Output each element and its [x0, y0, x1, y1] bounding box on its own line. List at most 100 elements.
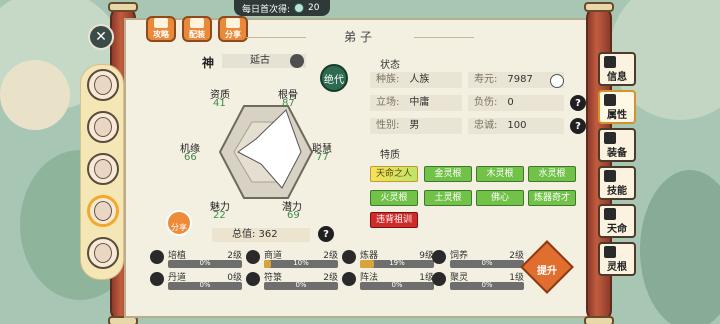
attribute-radar-chart [218, 105, 314, 199]
tab-skills[interactable]: 技能 [598, 166, 636, 200]
status-label: 忠诚: [474, 120, 498, 131]
rank-tag: 神 [202, 56, 215, 70]
avatar [94, 201, 112, 221]
anvil-icon [342, 250, 356, 264]
skill-item[interactable]: 饲养 2级 0% [432, 248, 524, 268]
tab-label: 属性 [607, 110, 627, 121]
trait-tag[interactable]: 水灵根 [528, 166, 576, 182]
skill-percent: 19% [389, 259, 405, 267]
share-button-label: 分享 [225, 30, 241, 39]
status-value: 7987 [507, 74, 533, 85]
attr-value-wisdom: 77 [316, 152, 329, 163]
trait-tag[interactable]: 佛心 [476, 190, 524, 206]
tab-label: 信息 [607, 72, 627, 83]
tab-destiny[interactable]: 天命 [598, 204, 636, 238]
edit-name-icon[interactable] [290, 54, 304, 68]
upgrade-button-label: 提升 [537, 266, 557, 277]
skill-percent: 0% [295, 281, 307, 289]
trait-tag[interactable]: 天命之人 [370, 166, 418, 182]
status-gender: 性别: 男 [370, 118, 462, 134]
status-injury: 负伤: 0 [468, 95, 564, 111]
trait-tag[interactable]: 火灵根 [370, 190, 418, 206]
portrait-5[interactable] [87, 237, 119, 269]
trait-tag[interactable]: 土灵根 [424, 190, 472, 206]
attribute-total: 总值: 362 [212, 228, 310, 242]
tab-equipment[interactable]: 装备 [598, 128, 636, 162]
portrait-3[interactable] [87, 153, 119, 185]
skill-progress: 0% [360, 281, 434, 290]
attr-value-potential: 69 [287, 210, 300, 221]
status-value: 100 [507, 120, 527, 131]
skill-progress: 0% [168, 259, 242, 268]
tab-attributes[interactable]: 属性 [598, 90, 636, 124]
coin-icon [246, 250, 260, 264]
paw-icon [432, 250, 446, 264]
tab-info[interactable]: 信息 [598, 52, 636, 86]
attr-value-aptitude: 41 [213, 98, 226, 109]
equipment-icon [190, 18, 204, 28]
avatar [94, 243, 112, 263]
skill-progress: 0% [264, 281, 338, 290]
skill-item[interactable]: 炼器 9级 19% [342, 248, 434, 268]
portrait-2[interactable] [87, 111, 119, 143]
disciple-portrait-list [80, 64, 124, 280]
attr-value-luck: 66 [184, 152, 197, 163]
share-button[interactable]: 分享 [218, 16, 248, 42]
trait-tag[interactable]: 炼器奇才 [528, 190, 576, 206]
attr-value-charm: 22 [213, 210, 226, 221]
tab-label: 天命 [607, 224, 627, 235]
portrait-4-selected[interactable] [87, 195, 119, 227]
skill-item[interactable]: 符箓 2级 0% [246, 270, 338, 290]
avatar [94, 75, 112, 95]
daily-reward-label: 每日首次得: [242, 4, 291, 15]
loadout-button[interactable]: 配装 [182, 16, 212, 42]
talent-seal: 绝代 [320, 64, 348, 92]
help-icon[interactable]: ? [318, 226, 334, 242]
trait-tag[interactable]: 违背祖训 [370, 212, 418, 228]
status-race: 种族: 人族 [370, 72, 462, 88]
skill-percent: 10% [293, 259, 309, 267]
skills-panel: 培植 2级 0% 商道 2级 10% 炼器 9级 19% 饲养 2级 0% 丹道… [146, 246, 524, 290]
portrait-1[interactable] [87, 69, 119, 101]
close-button[interactable]: ✕ [88, 24, 114, 50]
book-icon [154, 18, 168, 28]
guide-button-label: 攻略 [153, 30, 169, 39]
skill-item[interactable]: 丹道 0级 0% [150, 270, 242, 290]
talisman-icon [246, 272, 260, 286]
trait-tag[interactable]: 木灵根 [476, 166, 524, 182]
skill-percent: 0% [481, 281, 493, 289]
status-label: 负伤: [474, 97, 498, 108]
skill-item[interactable]: 培植 2级 0% [150, 248, 242, 268]
status-loyalty: 忠诚: 100 [468, 118, 564, 134]
figure-icon [604, 94, 616, 106]
tab-label: 灵根 [607, 262, 627, 273]
help-icon[interactable]: ? [570, 118, 586, 134]
destiny-icon [604, 208, 616, 220]
share-attributes-button[interactable]: 分享 [166, 210, 192, 236]
cauldron-icon [150, 272, 164, 286]
skill-progress: 0% [168, 281, 242, 290]
help-icon[interactable]: ? [570, 95, 586, 111]
skill-item[interactable]: 阵法 1级 0% [342, 270, 434, 290]
skill-percent: 0% [391, 281, 403, 289]
skill-progress: 0% [450, 281, 524, 290]
skill-percent: 0% [199, 281, 211, 289]
status-label: 种族: [376, 74, 400, 85]
status-label: 寿元: [474, 74, 498, 85]
skill-item[interactable]: 聚灵 1级 0% [432, 270, 524, 290]
skill-progress: 10% [264, 259, 338, 268]
trait-tag[interactable]: 金灵根 [424, 166, 472, 182]
status-stance: 立场: 中庸 [370, 95, 462, 111]
status-label: 性别: [376, 120, 400, 131]
loadout-button-label: 配装 [189, 30, 205, 39]
tab-spirit-root[interactable]: 灵根 [598, 242, 636, 276]
skill-percent: 0% [199, 259, 211, 267]
status-title: 状态 [380, 60, 400, 71]
status-value: 0 [507, 97, 514, 108]
scroll-icon [604, 56, 616, 68]
skill-item[interactable]: 商道 2级 10% [246, 248, 338, 268]
guide-button[interactable]: 攻略 [146, 16, 176, 42]
lifespan-icon[interactable] [550, 74, 564, 88]
status-value: 人族 [409, 74, 430, 85]
spirit-gather-icon [432, 272, 446, 286]
